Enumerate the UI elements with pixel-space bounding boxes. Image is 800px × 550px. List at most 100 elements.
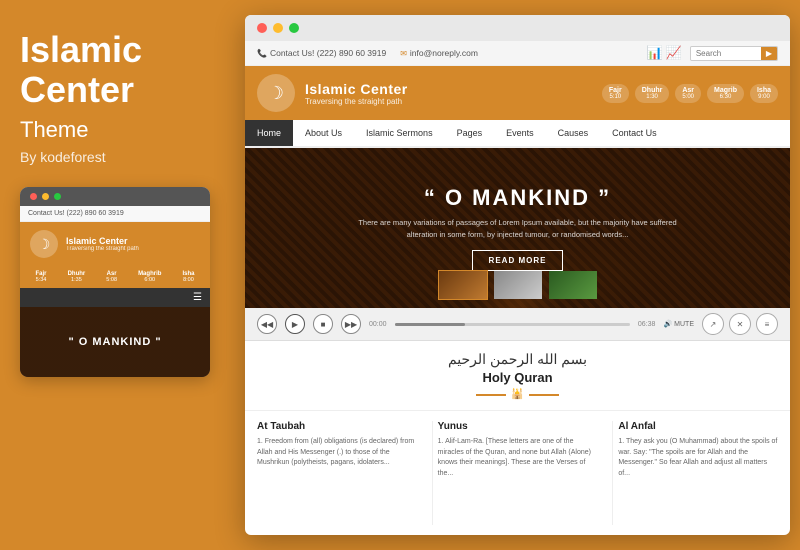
search-button[interactable]: ▶ — [761, 47, 777, 60]
audio-progress-fill — [395, 323, 466, 326]
site-topbar: 📞 Contact Us! (222) 890 60 3919 ✉ info@n… — [245, 41, 790, 66]
content-col-1: At Taubah 1. Freedom from (all) obligati… — [257, 421, 427, 525]
nav-about[interactable]: About Us — [293, 120, 354, 146]
topbar-contact: 📞 Contact Us! (222) 890 60 3919 — [257, 48, 386, 58]
nav-events[interactable]: Events — [494, 120, 546, 146]
social-icons: 📊 📈 — [646, 45, 681, 61]
search-box[interactable]: ▶ — [690, 46, 778, 61]
divider-line-right — [529, 394, 559, 396]
topbar-phone: Contact Us! (222) 890 60 3919 — [270, 48, 386, 58]
quran-divider: 🕌 — [255, 389, 780, 400]
hero-description: There are many variations of passages of… — [348, 217, 688, 240]
browser-dot-yellow[interactable] — [273, 23, 283, 33]
site-logo: ☽ — [257, 74, 295, 112]
audio-time-start: 00:00 — [369, 321, 387, 328]
audio-play-button[interactable]: ▶ — [285, 314, 305, 334]
thumb-img-1 — [439, 271, 487, 299]
thumbnail-2[interactable] — [493, 270, 543, 300]
phone-prayer-times: Fajr 5:34 Dhuhr 1:35 Asr 5:08 Maghrib 6:… — [20, 266, 210, 288]
chrome-dot-green — [54, 193, 61, 200]
audio-extra-buttons: ↗ ✕ ≡ — [702, 313, 778, 335]
theme-title: Islamic Center — [20, 30, 220, 109]
phone-nav-bar: ☰ — [20, 288, 210, 307]
phone-mockup: Contact Us! (222) 890 60 3919 ☽ Islamic … — [20, 187, 210, 377]
phone-site-name: Islamic Center — [66, 236, 139, 246]
phone-prayer-fajr: Fajr 5:34 — [36, 271, 47, 283]
nav-causes[interactable]: Causes — [546, 120, 601, 146]
phone-logo: ☽ — [30, 230, 58, 258]
phone-prayer-isha: Isha 8:00 — [182, 271, 194, 283]
site-nav: Home About Us Islamic Sermons Pages Even… — [245, 120, 790, 148]
col-3-title: Al Anfal — [618, 421, 778, 432]
bar-chart2-icon[interactable]: 📈 — [666, 45, 682, 61]
topbar-email: info@noreply.com — [410, 48, 478, 58]
audio-download-button[interactable]: ✕ — [729, 313, 751, 335]
phone-icon: 📞 — [257, 49, 267, 58]
email-icon: ✉ — [400, 49, 407, 58]
topbar-email-area: ✉ info@noreply.com — [400, 48, 478, 58]
prayer-isha: Isha 9:00 — [750, 84, 778, 103]
prayer-fajr: Fajr 5:10 — [602, 84, 629, 103]
nav-contact[interactable]: Contact Us — [600, 120, 669, 146]
audio-playlist-button[interactable]: ≡ — [756, 313, 778, 335]
read-more-button[interactable]: READ MORE — [472, 250, 564, 271]
audio-progress-bar[interactable] — [395, 323, 630, 326]
header-logo-area: ☽ Islamic Center Traversing the straight… — [257, 74, 408, 112]
prayer-maghrib: Magrib 6:30 — [707, 84, 744, 103]
mute-button[interactable]: 🔊 MUTE — [663, 320, 694, 328]
left-panel: Islamic Center Theme By kodeforest Conta… — [0, 0, 240, 550]
prayer-times: Fajr 5:10 Dhuhr 1:30 Asr 5:00 Magrib 6:3… — [602, 84, 778, 103]
thumb-img-3 — [549, 271, 597, 299]
content-columns: At Taubah 1. Freedom from (all) obligati… — [245, 411, 790, 535]
hamburger-icon[interactable]: ☰ — [193, 292, 202, 303]
phone-prayer-maghrib: Maghrib 6:00 — [138, 271, 161, 283]
browser-dot-green[interactable] — [289, 23, 299, 33]
thumbnail-1[interactable] — [438, 270, 488, 300]
prayer-dhuhr: Dhuhr 1:30 — [635, 84, 670, 103]
audio-share-button[interactable]: ↗ — [702, 313, 724, 335]
col-3-text: 1. They ask you (O Muhammad) about the s… — [618, 437, 778, 479]
quran-star-icon: 🕌 — [511, 389, 523, 400]
search-input[interactable] — [691, 47, 761, 60]
nav-sermons[interactable]: Islamic Sermons — [354, 120, 445, 146]
site-tagline: Traversing the straight path — [305, 97, 408, 106]
audio-player: ◀◀ ▶ ■ ▶▶ 00:00 06:38 🔊 MUTE ↗ ✕ ≡ — [245, 308, 790, 341]
bar-chart-icon[interactable]: 📊 — [646, 45, 662, 61]
thumb-img-2 — [494, 271, 542, 299]
browser-chrome — [245, 15, 790, 41]
hero-title: “ O MANKIND ” — [424, 185, 611, 211]
thumbnail-3[interactable] — [548, 270, 598, 300]
quran-arabic-text: بسم الله الرحمن الرحيم — [255, 351, 780, 368]
volume-icon: 🔊 — [663, 320, 672, 328]
content-col-3: Al Anfal 1. They ask you (O Muhammad) ab… — [618, 421, 778, 525]
phone-tagline: Traversing the straight path — [66, 246, 139, 252]
browser-content: 📞 Contact Us! (222) 890 60 3919 ✉ info@n… — [245, 41, 790, 535]
phone-chrome — [20, 187, 210, 206]
nav-pages[interactable]: Pages — [445, 120, 495, 146]
col-divider-2 — [612, 421, 613, 525]
topbar-right: 📊 📈 ▶ — [646, 45, 778, 61]
browser-window: 📞 Contact Us! (222) 890 60 3919 ✉ info@n… — [245, 15, 790, 535]
audio-next-button[interactable]: ▶▶ — [341, 314, 361, 334]
quran-section: بسم الله الرحمن الرحيم Holy Quran 🕌 — [245, 341, 790, 411]
col-divider-1 — [432, 421, 433, 525]
theme-author: By kodeforest — [20, 149, 220, 165]
phone-prayer-dhuhr: Dhuhr 1:35 — [68, 271, 86, 283]
audio-prev-button[interactable]: ◀◀ — [257, 314, 277, 334]
divider-line-left — [476, 394, 506, 396]
audio-stop-button[interactable]: ■ — [313, 314, 333, 334]
phone-contact-text: Contact Us! (222) 890 60 3919 — [28, 210, 124, 217]
nav-home[interactable]: Home — [245, 120, 293, 146]
phone-header: ☽ Islamic Center Traversing the straight… — [20, 222, 210, 266]
col-1-text: 1. Freedom from (all) obligations (is de… — [257, 437, 417, 469]
quran-title: Holy Quran — [255, 370, 780, 385]
topbar-left: 📞 Contact Us! (222) 890 60 3919 ✉ info@n… — [257, 48, 478, 58]
col-1-title: At Taubah — [257, 421, 417, 432]
phone-hero-text: " O MANKIND " — [68, 336, 161, 348]
browser-dot-red[interactable] — [257, 23, 267, 33]
theme-subtitle: Theme — [20, 117, 220, 143]
prayer-asr: Asr 5:00 — [675, 84, 701, 103]
col-2-title: Yunus — [438, 421, 598, 432]
audio-time-end: 06:38 — [638, 321, 656, 328]
mute-label: MUTE — [674, 321, 694, 328]
